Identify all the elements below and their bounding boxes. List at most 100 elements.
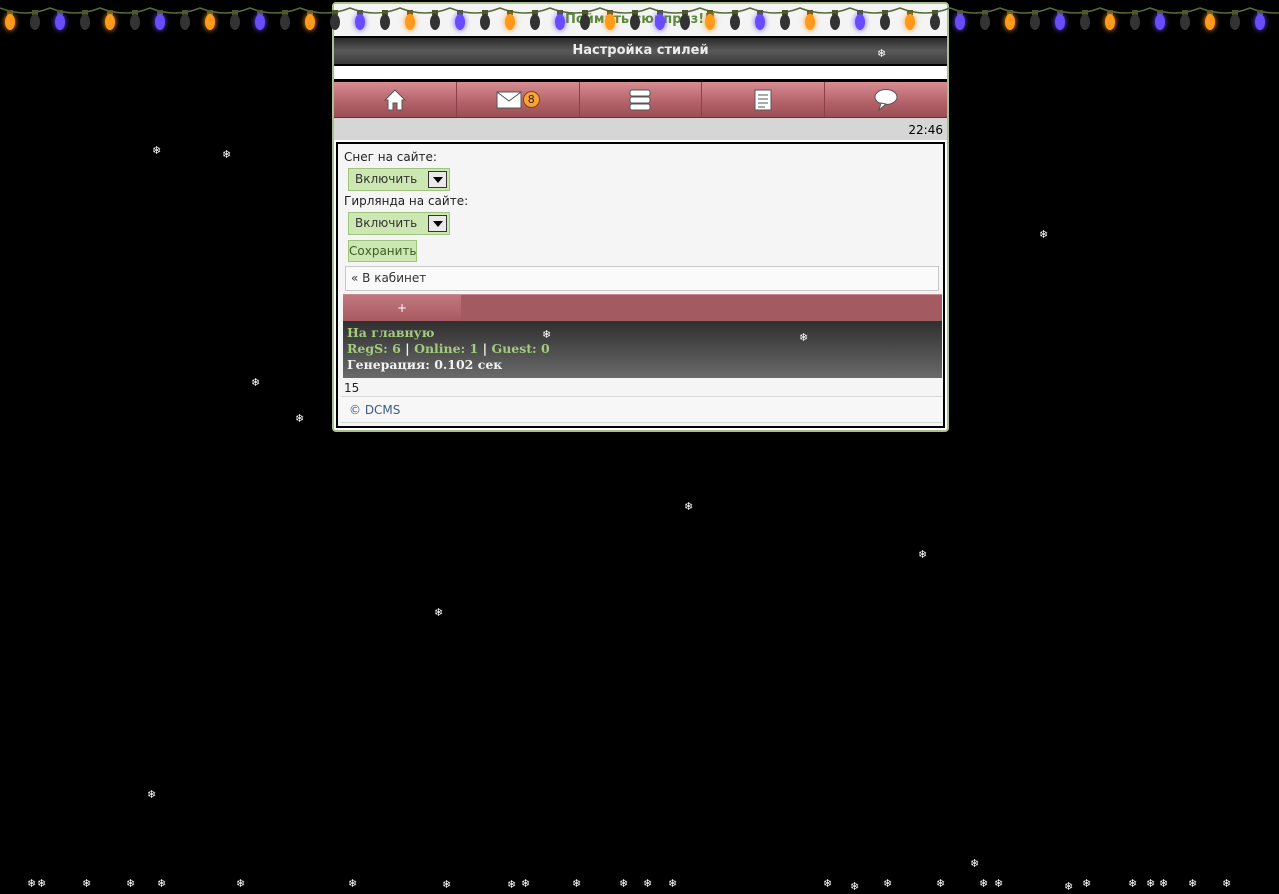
garland-bulb <box>1080 10 1090 30</box>
snowflake-icon: ❄ <box>1039 228 1049 241</box>
garland-bulb <box>1030 10 1040 30</box>
garland-bulb <box>280 10 290 30</box>
nav-forum-button[interactable] <box>580 82 703 117</box>
snowflake-icon: ❄ <box>799 331 809 344</box>
snowflake-icon: ❄ <box>442 878 452 891</box>
snowflake-icon: ❄ <box>1082 877 1092 890</box>
mail-count-badge: 8 <box>522 91 540 108</box>
online-link[interactable]: Online: 1 <box>414 341 478 356</box>
snowflake-icon: ❄ <box>994 877 1004 890</box>
snowflake-icon: ❄ <box>918 548 928 561</box>
settings-panel: Снег на сайте: Включить Гирлянда на сайт… <box>336 142 945 428</box>
stats-separator: | <box>405 341 410 356</box>
snowflake-icon: ❄ <box>1159 877 1169 890</box>
snowflake-icon: ❄ <box>222 148 232 161</box>
add-tab-button[interactable]: + <box>343 295 461 321</box>
clock-time: 22:46 <box>908 123 943 137</box>
snowflake-icon: ❄ <box>1128 877 1138 890</box>
save-button[interactable]: Сохранить <box>348 240 417 262</box>
database-icon <box>628 88 652 112</box>
nav-chat-button[interactable] <box>825 82 947 117</box>
snowflake-icon: ❄ <box>507 878 517 891</box>
garland-bulb <box>230 10 240 30</box>
garland-bulb <box>180 10 190 30</box>
snowflake-icon: ❄ <box>979 877 989 890</box>
generation-time: Генерация: 0.102 сек <box>347 357 503 372</box>
snowflake-icon: ❄ <box>883 877 893 890</box>
copyright-link[interactable]: © DCMS <box>341 396 943 423</box>
snowflake-icon: ❄ <box>643 877 653 890</box>
snowflake-icon: ❄ <box>1188 877 1198 890</box>
page-title: Настройка стилей <box>334 36 947 66</box>
snowflake-icon: ❄ <box>251 376 261 389</box>
garland-bulb <box>1105 10 1115 30</box>
home-icon <box>383 88 407 112</box>
garland-bulb <box>1255 10 1265 30</box>
snow-select[interactable]: Включить <box>348 168 450 191</box>
snow-select-value: Включить <box>355 172 418 186</box>
garland-bulb <box>105 10 115 30</box>
snowflake-icon: ❄ <box>295 412 305 425</box>
garland-bulb <box>980 10 990 30</box>
snowflake-icon: ❄ <box>572 877 582 890</box>
garland-bulb <box>1155 10 1165 30</box>
snowflake-icon: ❄ <box>668 877 678 890</box>
garland-bulb <box>80 10 90 30</box>
back-to-cabinet-link[interactable]: « В кабинет <box>345 266 939 291</box>
snowflake-icon: ❄ <box>521 877 531 890</box>
snowflake-icon: ❄ <box>157 877 167 890</box>
snowflake-icon: ❄ <box>1064 880 1074 893</box>
snowflake-icon: ❄ <box>877 47 887 60</box>
snowflake-icon: ❄ <box>236 877 246 890</box>
snowflake-icon: ❄ <box>823 877 833 890</box>
chevron-down-icon <box>428 171 447 188</box>
garland-bulb <box>1205 10 1215 30</box>
snowflake-icon: ❄ <box>27 877 37 890</box>
snowflake-icon: ❄ <box>37 877 47 890</box>
chevron-down-icon <box>428 215 447 232</box>
snowflake-icon: ❄ <box>82 877 92 890</box>
header-divider <box>334 66 947 82</box>
nav-mail-button[interactable]: 8 <box>457 82 580 117</box>
garland-bulb <box>255 10 265 30</box>
chat-bubble-icon <box>873 88 899 112</box>
guest-link[interactable]: Guest: 0 <box>492 341 550 356</box>
garland-bulb <box>1005 10 1015 30</box>
nav-files-button[interactable] <box>702 82 826 117</box>
home-link[interactable]: На главную <box>347 325 435 340</box>
tab-strip: + <box>343 294 942 321</box>
garland-bulb <box>1230 10 1240 30</box>
mail-icon <box>496 91 522 109</box>
site-stats-footer: На главную RegS: 6 | Online: 1 | Guest: … <box>343 321 942 378</box>
snowflake-icon: ❄ <box>850 880 860 893</box>
announcement-banner[interactable]: Поймать сюрприз!!! <box>334 4 947 36</box>
snowflake-icon: ❄ <box>619 877 629 890</box>
regs-link[interactable]: RegS: 6 <box>347 341 401 356</box>
snowflake-icon: ❄ <box>684 500 694 513</box>
snowflake-icon: ❄ <box>126 877 136 890</box>
garland-select[interactable]: Включить <box>348 212 450 235</box>
garland-bulb <box>205 10 215 30</box>
garland-bulb <box>1130 10 1140 30</box>
visit-counter: 15 <box>344 381 360 395</box>
snowflake-icon: ❄ <box>936 877 946 890</box>
snowflake-icon: ❄ <box>434 606 444 619</box>
garland-bulb <box>30 10 40 30</box>
snowflake-icon: ❄ <box>1146 877 1156 890</box>
snowflake-icon: ❄ <box>542 328 552 341</box>
nav-home-button[interactable] <box>334 82 457 117</box>
garland-bulb <box>155 10 165 30</box>
garland-label: Гирлянда на сайте: <box>344 194 469 208</box>
garland-bulb <box>1180 10 1190 30</box>
garland-select-value: Включить <box>355 216 418 230</box>
snowflake-icon: ❄ <box>1222 877 1232 890</box>
snow-label: Снег на сайте: <box>344 150 437 164</box>
snowflake-icon: ❄ <box>348 877 358 890</box>
stats-separator: | <box>482 341 488 356</box>
time-bar: 22:46 <box>334 118 947 140</box>
snowflake-icon: ❄ <box>147 788 157 801</box>
garland-bulb <box>955 10 965 30</box>
snowflake-icon: ❄ <box>152 144 162 157</box>
snowflake-icon: ❄ <box>970 857 980 870</box>
garland-bulb <box>1055 10 1065 30</box>
